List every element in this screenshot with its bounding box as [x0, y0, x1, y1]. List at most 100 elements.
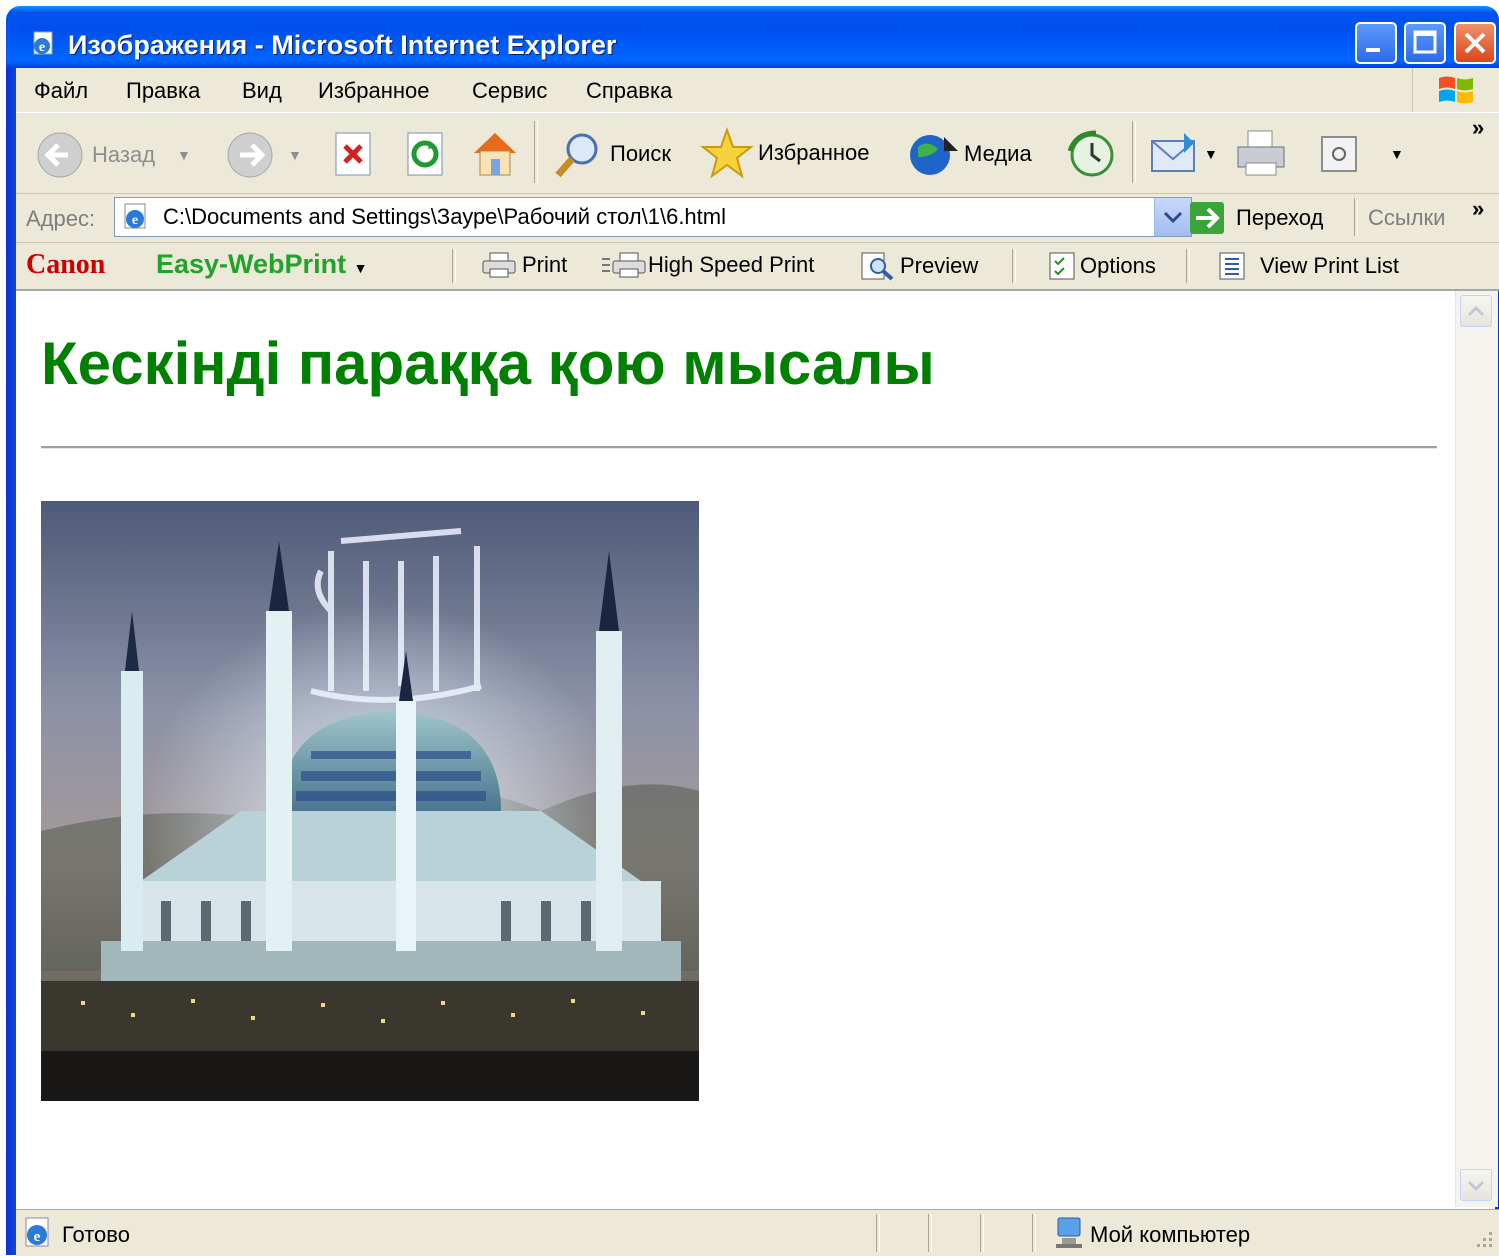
menu-bar: Файл Правка Вид Избранное Сервис Справка	[16, 68, 1499, 113]
status-bar: e Готово Мой компьютер	[16, 1209, 1499, 1256]
svg-text:e: e	[39, 40, 45, 55]
options-checklist-icon	[1049, 252, 1075, 280]
preview-button[interactable]: Preview	[858, 251, 978, 281]
home-icon	[474, 133, 516, 176]
menu-view[interactable]: Вид	[242, 78, 282, 104]
windows-logo	[1412, 68, 1499, 112]
window-frame-left	[6, 60, 16, 1255]
address-dropdown-button[interactable]	[1154, 198, 1191, 236]
close-icon	[1464, 32, 1486, 54]
address-input[interactable]: e C:\Documents and Settings\Заурe\Рабочи…	[114, 197, 1192, 237]
back-dropdown-icon[interactable]: ▼	[177, 147, 191, 163]
menu-file[interactable]: Файл	[34, 78, 88, 104]
edit-button[interactable]: ▼	[1318, 131, 1404, 177]
refresh-button[interactable]	[402, 129, 448, 179]
mosque-image	[41, 501, 699, 1101]
my-computer-icon	[1056, 1217, 1082, 1248]
history-icon	[1067, 130, 1114, 177]
search-label: Поиск	[610, 141, 671, 166]
address-value: C:\Documents and Settings\Заурe\Рабочий …	[163, 204, 726, 229]
mail-button[interactable]: ▼	[1148, 129, 1218, 179]
mosque-photo	[41, 501, 699, 1101]
resize-grip-icon[interactable]	[1471, 1226, 1495, 1250]
options-label: Options	[1080, 253, 1156, 278]
preview-magnifier-icon	[861, 252, 894, 281]
forward-button[interactable]: ▼	[224, 131, 302, 179]
close-button[interactable]	[1454, 22, 1496, 64]
menu-tools[interactable]: Сервис	[472, 78, 547, 104]
search-icon	[555, 133, 598, 178]
minimize-icon	[1366, 48, 1380, 52]
toolbar-overflow-chevron-icon[interactable]: »	[1472, 115, 1484, 141]
status-divider	[876, 1214, 880, 1252]
print-button[interactable]: Print	[480, 251, 567, 279]
svg-text:e: e	[34, 1229, 41, 1245]
go-label: Переход	[1236, 205, 1324, 230]
mail-dropdown-icon[interactable]: ▼	[1204, 146, 1218, 162]
maximize-icon	[1413, 30, 1437, 54]
ie-page-icon: e	[33, 31, 53, 55]
easy-webprint-label: Easy-WebPrint	[156, 249, 347, 279]
favorites-star-icon	[700, 127, 754, 179]
back-button[interactable]: Назад ▼	[34, 131, 191, 179]
chevron-down-icon: ▼	[353, 260, 368, 276]
refresh-icon	[407, 132, 443, 176]
status-text: Готово	[62, 1222, 130, 1247]
toolbar-separator	[534, 121, 538, 183]
scroll-up-button[interactable]	[1460, 295, 1492, 327]
chevron-down-icon	[1467, 1180, 1485, 1192]
minimize-button[interactable]	[1355, 22, 1397, 64]
canon-separator	[1186, 249, 1190, 283]
scroll-down-button[interactable]	[1460, 1169, 1492, 1201]
preview-label: Preview	[900, 253, 979, 278]
view-print-list-label: View Print List	[1260, 253, 1399, 278]
printer-icon	[1237, 130, 1285, 176]
high-speed-print-button[interactable]: High Speed Print	[600, 251, 814, 279]
search-button[interactable]: Поиск	[550, 129, 671, 179]
home-button[interactable]	[468, 127, 522, 179]
print-button[interactable]	[1234, 127, 1292, 179]
page-heading: Кескінді параққа қою мысалы	[41, 330, 935, 397]
stop-icon	[335, 132, 371, 176]
menu-help[interactable]: Справка	[586, 78, 672, 104]
options-button[interactable]: Options	[1046, 251, 1156, 281]
printer-icon	[482, 252, 516, 278]
maximize-button[interactable]	[1404, 22, 1446, 64]
stop-button[interactable]	[330, 129, 376, 179]
forward-dropdown-icon[interactable]: ▼	[288, 147, 302, 163]
title-bar[interactable]: e Изображения - Microsoft Internet Explo…	[6, 6, 1499, 68]
chevron-up-icon	[1467, 305, 1485, 317]
favorites-label: Избранное	[758, 140, 870, 165]
media-button[interactable]: Медиа	[904, 129, 1032, 179]
back-label: Назад	[92, 142, 156, 167]
links-overflow-chevron-icon[interactable]: »	[1472, 196, 1484, 222]
horizontal-rule	[41, 446, 1437, 449]
print-label: Print	[522, 252, 568, 277]
go-button[interactable]: Переход	[1188, 200, 1323, 236]
links-button[interactable]: Ссылки	[1368, 205, 1445, 231]
favorites-button[interactable]: Избранное	[700, 127, 870, 179]
canon-separator	[452, 249, 456, 283]
easy-webprint-menu[interactable]: Easy-WebPrint ▼	[156, 249, 367, 280]
status-divider	[928, 1214, 932, 1252]
view-print-list-button[interactable]: View Print List	[1216, 251, 1399, 281]
history-button[interactable]	[1064, 129, 1120, 179]
forward-arrow-icon	[227, 132, 273, 178]
vertical-scrollbar[interactable]	[1455, 291, 1498, 1207]
menu-favorites[interactable]: Избранное	[318, 78, 430, 104]
canon-logo: Canon	[26, 249, 106, 280]
windows-flag-icon	[1439, 76, 1473, 104]
security-zone-text: Мой компьютер	[1090, 1222, 1251, 1247]
menu-edit[interactable]: Правка	[126, 78, 200, 104]
address-label: Адрес:	[26, 206, 96, 231]
back-arrow-icon	[37, 132, 83, 178]
ie-page-icon: e	[25, 1217, 49, 1247]
canon-separator	[1012, 249, 1016, 283]
mail-icon	[1151, 133, 1195, 172]
media-icon	[910, 135, 958, 175]
page-content: Кескінді параққа қою мысалы	[18, 291, 1455, 1207]
print-list-icon	[1219, 252, 1245, 280]
address-bar: Адрес: e C:\Documents and Settings\Заурe…	[16, 194, 1499, 243]
ie-page-icon: e	[124, 203, 146, 229]
edit-dropdown-icon[interactable]: ▼	[1390, 146, 1404, 162]
